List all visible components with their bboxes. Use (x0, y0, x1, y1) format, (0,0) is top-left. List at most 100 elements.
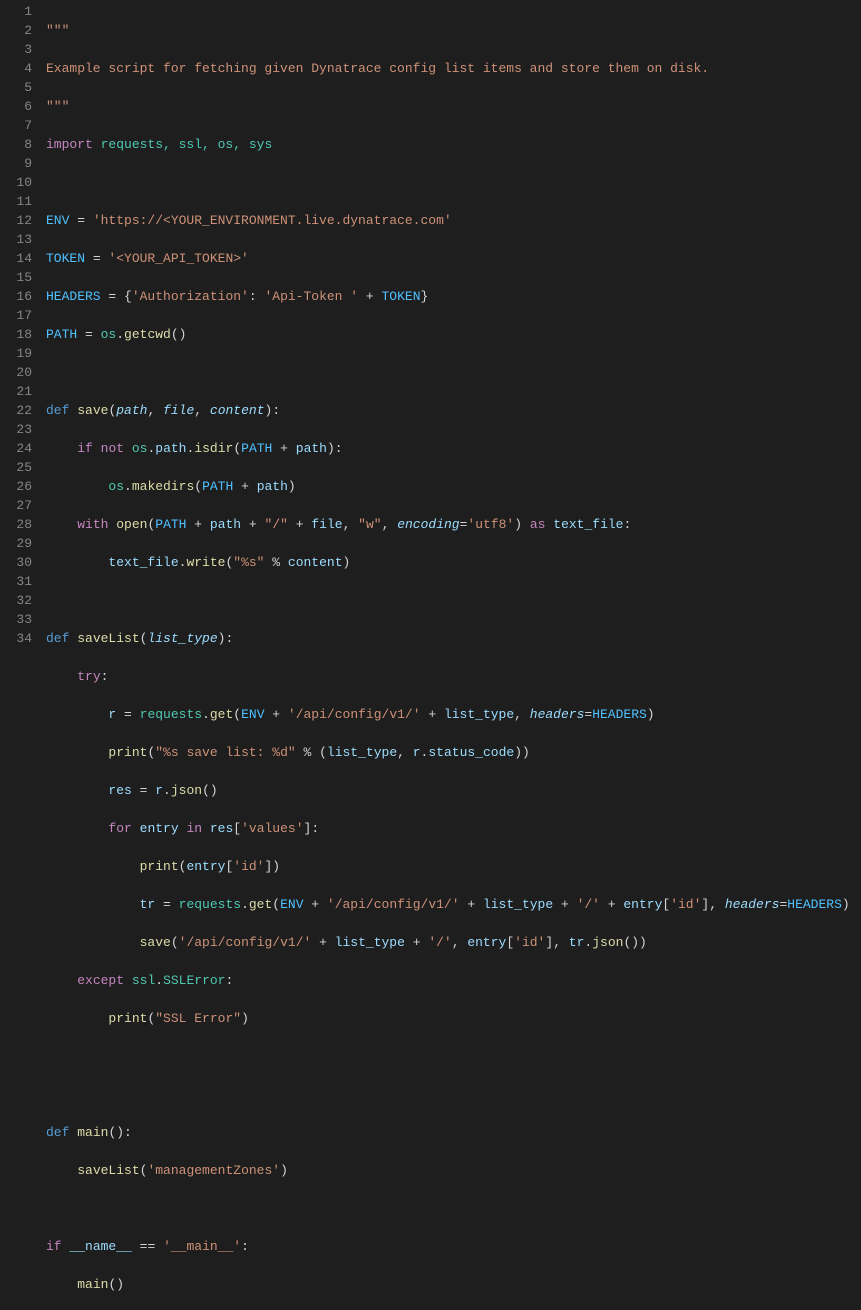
code-line[interactable] (46, 1047, 850, 1066)
keyword-in: in (179, 821, 210, 836)
string-literal: '<YOUR_API_TOKEN>' (108, 251, 248, 266)
code-area[interactable]: """ Example script for fetching given Dy… (40, 0, 850, 1310)
indent (46, 517, 77, 532)
code-line[interactable]: Example script for fetching given Dynatr… (46, 59, 850, 78)
paren: () (171, 327, 187, 342)
code-line[interactable]: res = r.json() (46, 781, 850, 800)
docstring-text: Example script for fetching given Dynatr… (46, 61, 709, 76)
code-line[interactable]: print("%s save list: %d" % (list_type, r… (46, 743, 850, 762)
code-line[interactable]: save('/api/config/v1/' + list_type + '/'… (46, 933, 850, 952)
dot: . (124, 479, 132, 494)
op-plus: + (460, 897, 483, 912)
line-gutter: 1 2 3 4 5 6 7 8 9 10 11 12 13 14 15 16 1… (0, 0, 40, 1310)
var-file: file (311, 517, 342, 532)
paren: ): (327, 441, 343, 456)
code-line[interactable]: TOKEN = '<YOUR_API_TOKEN>' (46, 249, 850, 268)
code-line[interactable]: def saveList(list_type): (46, 629, 850, 648)
const-headers: HEADERS (592, 707, 647, 722)
code-line[interactable]: saveList('managementZones') (46, 1161, 850, 1180)
paren: ( (319, 745, 327, 760)
func-open: open (116, 517, 147, 532)
bracket: [ (225, 859, 233, 874)
code-line[interactable]: text_file.write("%s" % content) (46, 553, 850, 572)
string-literal: '/' (577, 897, 600, 912)
func-get: get (249, 897, 272, 912)
func-save: save (140, 935, 171, 950)
comma: , (397, 745, 413, 760)
line-number: 9 (0, 154, 32, 173)
code-line[interactable]: r = requests.get(ENV + '/api/config/v1/'… (46, 705, 850, 724)
var-content: content (288, 555, 343, 570)
code-line[interactable]: os.makedirs(PATH + path) (46, 477, 850, 496)
string-literal: 'Api-Token ' (264, 289, 358, 304)
const-token: TOKEN (382, 289, 421, 304)
class-sslerror: SSLError (163, 973, 225, 988)
code-line[interactable]: PATH = os.getcwd() (46, 325, 850, 344)
var-path: path (296, 441, 327, 456)
code-line[interactable]: def main(): (46, 1123, 850, 1142)
indent (46, 859, 140, 874)
line-number: 21 (0, 382, 32, 401)
module-ssl: ssl (132, 973, 155, 988)
code-line[interactable]: try: (46, 667, 850, 686)
line-number: 4 (0, 59, 32, 78)
indent (46, 707, 108, 722)
string-literal: 'id' (670, 897, 701, 912)
code-line[interactable]: if __name__ == '__main__': (46, 1237, 850, 1256)
brace: { (124, 289, 132, 304)
paren: ): (265, 403, 281, 418)
keyword-def: def (46, 631, 77, 646)
code-line[interactable]: ENV = 'https://<YOUR_ENVIRONMENT.live.dy… (46, 211, 850, 230)
op-assign: = (155, 897, 178, 912)
var-tr: tr (140, 897, 156, 912)
indent (46, 1011, 108, 1026)
brace: } (421, 289, 429, 304)
string-literal: 'managementZones' (147, 1163, 280, 1178)
code-line[interactable]: HEADERS = {'Authorization': 'Api-Token '… (46, 287, 850, 306)
op-assign: = (69, 213, 92, 228)
op-plus: + (421, 707, 444, 722)
code-line[interactable]: tr = requests.get(ENV + '/api/config/v1/… (46, 895, 850, 914)
op-assign: = (116, 707, 139, 722)
var-res: res (108, 783, 131, 798)
param-content: content (210, 403, 265, 418)
colon: : (249, 289, 265, 304)
code-line[interactable]: print("SSL Error") (46, 1009, 850, 1028)
code-line[interactable]: except ssl.SSLError: (46, 971, 850, 990)
var-r: r (155, 783, 163, 798)
code-line[interactable]: def save(path, file, content): (46, 401, 850, 420)
code-line[interactable]: """ (46, 97, 850, 116)
comma: , (709, 897, 725, 912)
op-plus: + (272, 441, 295, 456)
const-path: PATH (241, 441, 272, 456)
var-res: res (210, 821, 233, 836)
code-line[interactable]: for entry in res['values']: (46, 819, 850, 838)
code-line[interactable] (46, 1085, 850, 1104)
keyword-with: with (77, 517, 108, 532)
const-token: TOKEN (46, 251, 85, 266)
string-literal: 'Authorization' (132, 289, 249, 304)
line-number: 23 (0, 420, 32, 439)
code-line[interactable]: print(entry['id']) (46, 857, 850, 876)
op-assign: = (132, 783, 155, 798)
paren: ( (147, 745, 155, 760)
paren: ( (140, 1163, 148, 1178)
keyword-import: import (46, 137, 93, 152)
code-line[interactable] (46, 591, 850, 610)
code-line[interactable]: with open(PATH + path + "/" + file, "w",… (46, 515, 850, 534)
code-line[interactable]: main() (46, 1275, 850, 1294)
comma: , (382, 517, 398, 532)
comma: , (452, 935, 468, 950)
line-number: 7 (0, 116, 32, 135)
paren: ) (522, 745, 530, 760)
code-line[interactable]: if not os.path.isdir(PATH + path): (46, 439, 850, 458)
code-line[interactable]: """ (46, 21, 850, 40)
code-line[interactable] (46, 173, 850, 192)
code-line[interactable] (46, 1199, 850, 1218)
colon: : (623, 517, 631, 532)
code-line[interactable]: import requests, ssl, os, sys (46, 135, 850, 154)
code-line[interactable] (46, 363, 850, 382)
func-main: main (77, 1125, 108, 1140)
code-editor[interactable]: 1 2 3 4 5 6 7 8 9 10 11 12 13 14 15 16 1… (0, 0, 861, 1310)
op-plus: + (187, 517, 210, 532)
